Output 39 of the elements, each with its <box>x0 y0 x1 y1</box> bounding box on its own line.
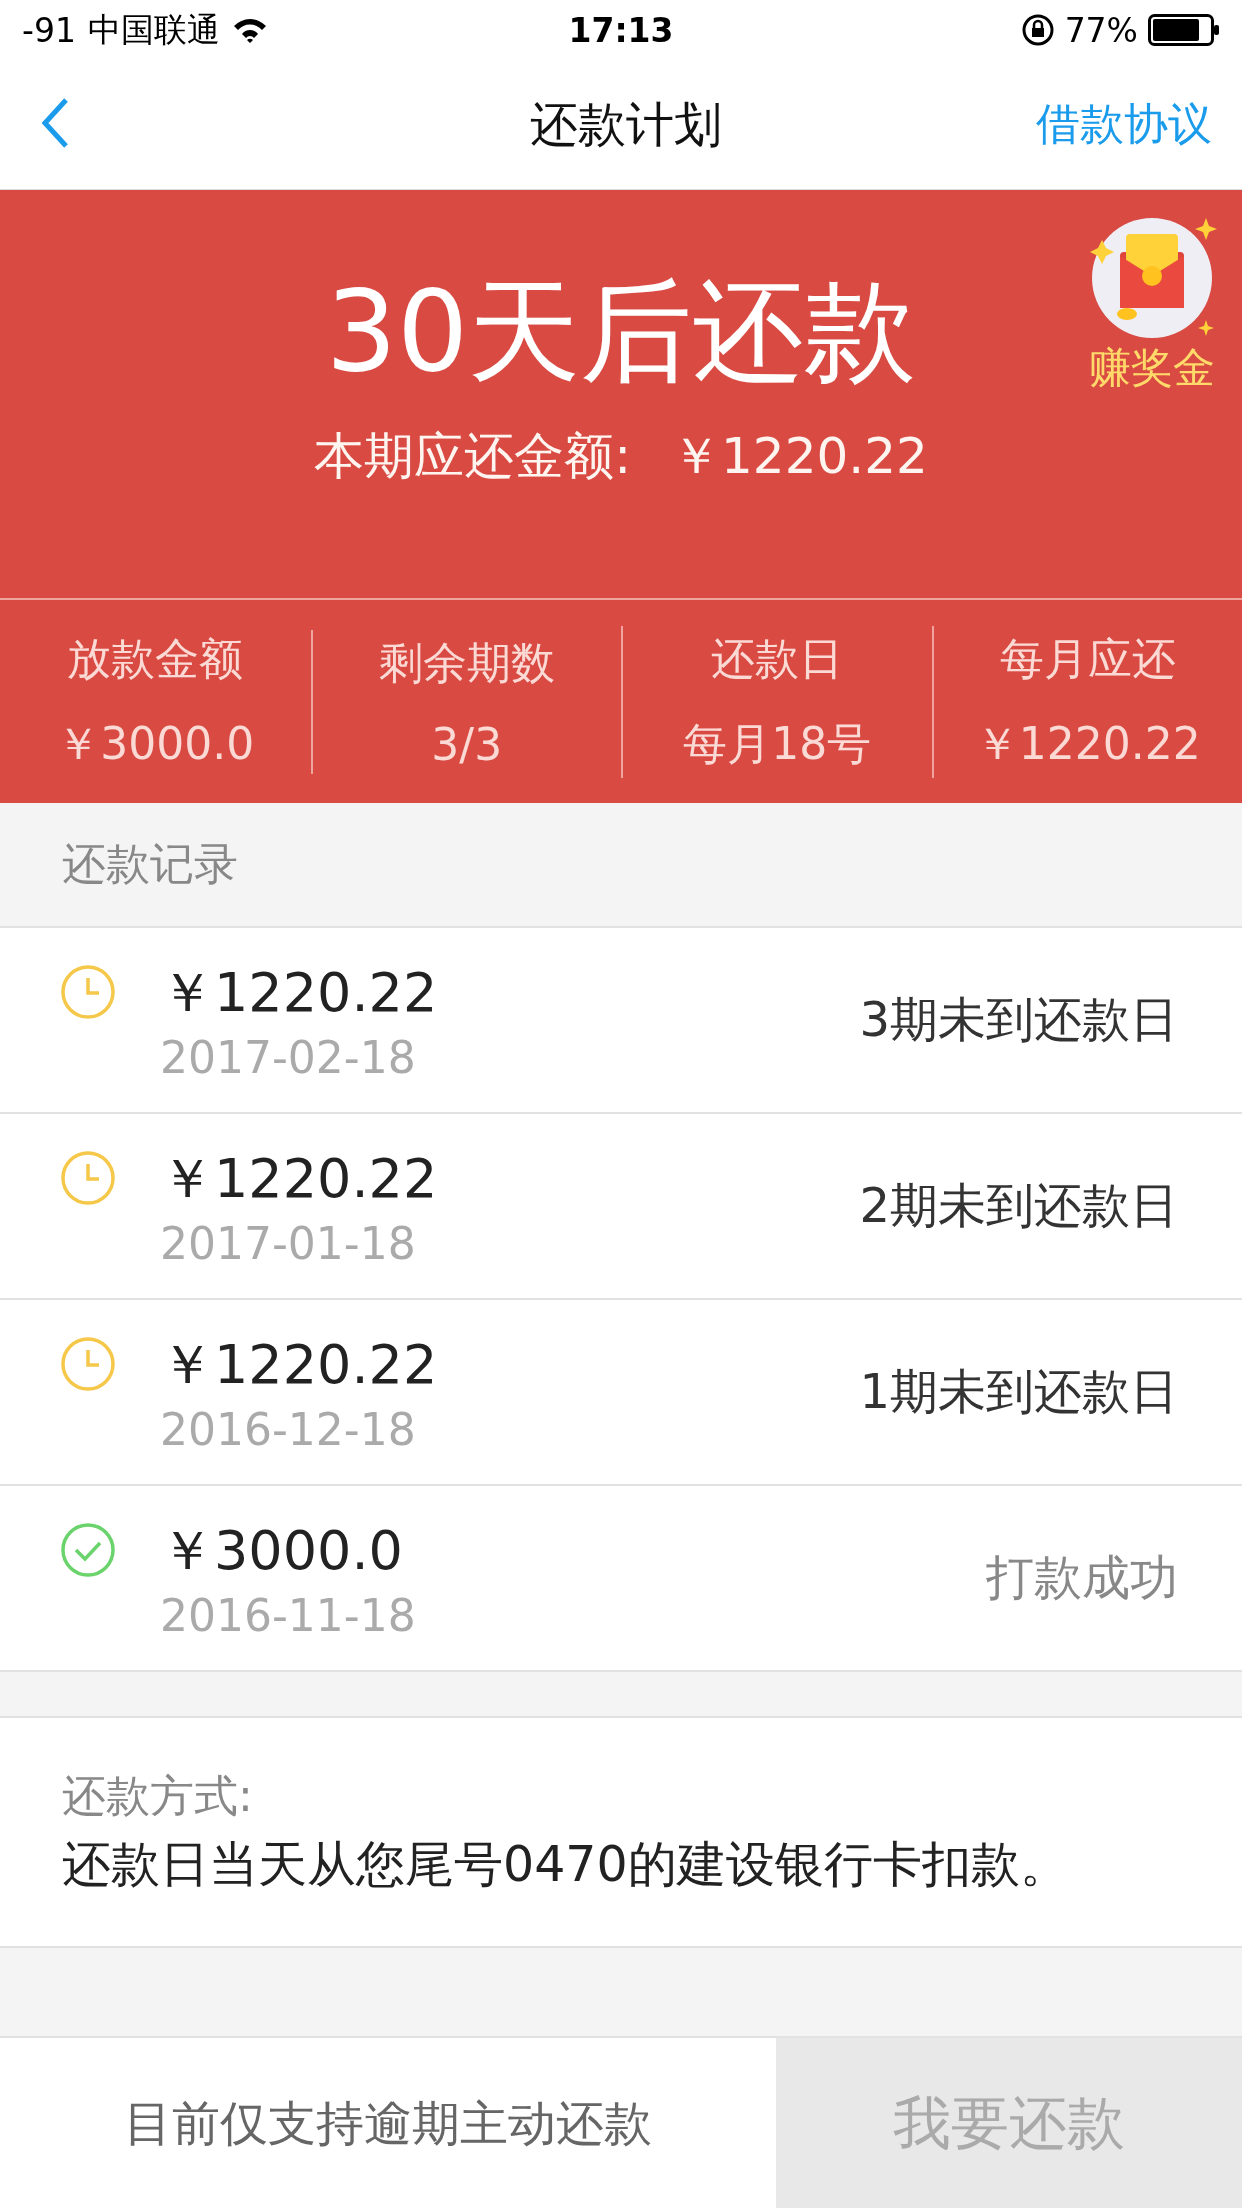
record-status: 3期未到还款日 <box>859 990 1178 1049</box>
stat-value: ￥3000.0 <box>56 716 255 771</box>
stat-label: 每月应还 <box>999 631 1176 686</box>
record-date: 2016-12-18 <box>160 1404 417 1455</box>
check-circle-icon <box>60 1522 116 1578</box>
stat-value: ￥1220.22 <box>974 716 1201 771</box>
record-amount: ￥1220.22 <box>160 960 439 1026</box>
amount-value: ￥1220.22 <box>671 426 928 488</box>
clock-icon <box>60 1150 116 1206</box>
record-date: 2017-02-18 <box>160 1032 417 1083</box>
clock-icon <box>60 1336 116 1392</box>
signal-strength: -91 <box>22 10 76 50</box>
notice-text: 目前仅支持逾期主动还款 <box>0 2038 776 2208</box>
record-amount: ￥1220.22 <box>160 1146 439 1212</box>
record-status: 打款成功 <box>986 1548 1178 1607</box>
stat-label: 放款金额 <box>67 631 244 686</box>
stat-value: 3/3 <box>431 718 503 770</box>
record-date: 2017-01-18 <box>160 1218 417 1269</box>
battery-percent: 77% <box>1064 10 1138 50</box>
clock-time: 17:13 <box>568 10 674 50</box>
record-date: 2016-11-18 <box>160 1590 417 1641</box>
page-title: 还款计划 <box>530 94 722 154</box>
carrier-name: 中国联通 <box>87 8 220 51</box>
record-status: 1期未到还款日 <box>859 1362 1178 1421</box>
agreement-link[interactable]: 借款协议 <box>1036 95 1212 154</box>
stat-value: 每月18号 <box>683 716 872 771</box>
method-label: 还款方式: <box>62 1768 254 1823</box>
record-amount: ￥3000.0 <box>160 1518 404 1584</box>
rotation-lock-icon <box>1020 13 1055 47</box>
countdown-heading: 30天后还款 <box>325 270 917 394</box>
record-status: 2期未到还款日 <box>859 1176 1178 1235</box>
stat-label: 还款日 <box>711 631 844 686</box>
stat-label: 剩余期数 <box>378 635 555 690</box>
amount-label: 本期应还金额: <box>314 426 632 488</box>
record-amount: ￥1220.22 <box>160 1332 439 1398</box>
battery-icon <box>1148 14 1220 46</box>
method-text: 还款日当天从您尾号0470的建设银行卡扣款。 <box>62 1834 1070 1895</box>
section-title: 还款记录 <box>62 837 238 891</box>
clock-icon <box>60 964 116 1020</box>
